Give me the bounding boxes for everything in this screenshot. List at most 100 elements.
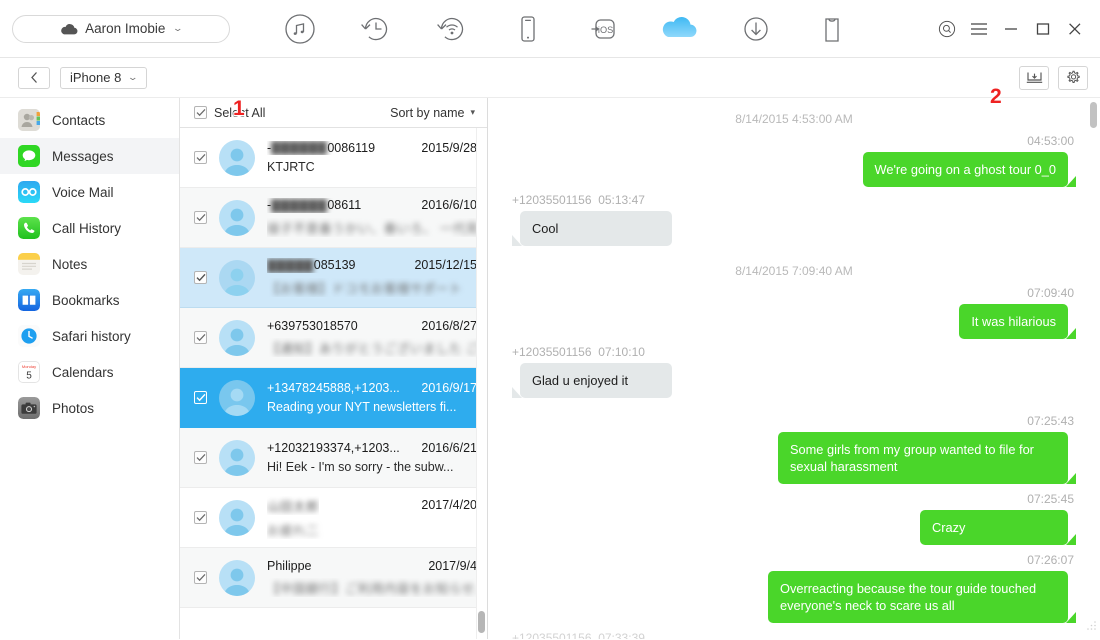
- redacted-text: 【お客様】ドコモお客様サポート: [267, 281, 463, 296]
- day-separator: 8/14/2015 7:09:40 AM: [735, 264, 853, 278]
- message-bubble[interactable]: Cool: [512, 211, 672, 246]
- row-date: 2016/8/27: [421, 318, 477, 333]
- chevron-down-icon: ▾: [470, 107, 475, 117]
- chat-scrollbar-thumb[interactable]: [1090, 102, 1097, 128]
- sidebar-item-safari-history[interactable]: Safari history: [0, 318, 179, 354]
- sidebar-item-label: Contacts: [52, 112, 106, 128]
- tshirt-icon[interactable]: [794, 6, 870, 52]
- sidebar-item-photos[interactable]: Photos: [0, 390, 179, 426]
- avatar: [219, 319, 255, 356]
- main-body: Contacts Messages Voice Mail Call Histor…: [0, 98, 1100, 639]
- row-title: +639753018570: [267, 318, 358, 333]
- table-row[interactable]: +639753018570 2016/8/27 【通知】ありがとうございました …: [180, 308, 487, 368]
- table-row[interactable]: -██████08611 2016/6/10 接子不意番うかい、春いろ、 一代見: [180, 188, 487, 248]
- list-scrollbar-thumb[interactable]: [478, 611, 485, 633]
- row-preview: Reading your NYT newsletters fi...: [267, 400, 457, 414]
- close-icon[interactable]: [1066, 20, 1084, 38]
- back-button[interactable]: [18, 66, 50, 89]
- icloud-icon[interactable]: [642, 6, 718, 52]
- message-bubble[interactable]: Glad u enjoyed it: [512, 363, 672, 398]
- redacted-text: 【通知】ありがとうございました ご確認ください: [267, 341, 477, 356]
- menu-icon[interactable]: [970, 20, 988, 38]
- wifi-backup-icon[interactable]: [414, 6, 490, 52]
- messages-icon: [18, 145, 40, 167]
- row-checkbox[interactable]: [194, 151, 207, 164]
- sort-label: Sort by name: [390, 105, 465, 120]
- sidebar-item-bookmarks[interactable]: Bookmarks: [0, 282, 179, 318]
- table-row[interactable]: +13478245888,+1203... 2016/9/17 Reading …: [180, 368, 487, 428]
- row-preview: お疲れ二: [267, 520, 477, 539]
- search-icon[interactable]: [938, 20, 956, 38]
- table-row[interactable]: █████085139 2015/12/15 【お客様】ドコモお客様サポート: [180, 248, 487, 308]
- message-bubble[interactable]: It was hilarious: [959, 304, 1076, 339]
- row-content: 山田太郎 2017/4/20 お疲れ二: [267, 496, 477, 539]
- table-row[interactable]: +12032193374,+1203... 2016/6/21 Hi! Eek …: [180, 428, 487, 488]
- message-bubble[interactable]: Overreacting because the tour guide touc…: [768, 571, 1076, 623]
- table-row[interactable]: 山田太郎 2017/4/20 お疲れ二: [180, 488, 487, 548]
- maximize-icon[interactable]: [1034, 20, 1052, 38]
- redacted-text: ██████: [271, 198, 328, 213]
- avatar: [219, 379, 255, 416]
- export-to-computer-icon[interactable]: [1019, 66, 1049, 90]
- phone-icon: [18, 217, 40, 239]
- message-sender-time: +12035501156 07:10:10: [512, 345, 645, 359]
- sidebar-item-label: Bookmarks: [52, 292, 120, 308]
- device-selector[interactable]: iPhone 8 ⌄: [60, 66, 147, 89]
- redacted-text: 山田太郎: [267, 500, 320, 514]
- message-bubble[interactable]: Some girls from my group wanted to file …: [778, 432, 1076, 484]
- message-sender-time: +12035501156 07:33:39: [512, 631, 645, 639]
- row-checkbox[interactable]: [194, 451, 207, 464]
- sidebar-item-label: Voice Mail: [52, 184, 114, 200]
- table-row[interactable]: Philippe 2017/9/4 【中国銀行】ご利用内容をお知らせ...: [180, 548, 487, 608]
- recover-history-icon[interactable]: [338, 6, 414, 52]
- row-checkbox[interactable]: [194, 391, 207, 404]
- sidebar-item-calendars[interactable]: Monday 5 Calendars: [0, 354, 179, 390]
- avatar: [219, 499, 255, 536]
- sidebar-item-contacts[interactable]: Contacts: [0, 102, 179, 138]
- app-window: Aaron Imobie ⌄ iOS iPhone 8 ⌄ Contacts M…: [0, 0, 1100, 640]
- sidebar-item-label: Safari history: [52, 328, 131, 344]
- message-time: 07:09:40: [1027, 286, 1074, 300]
- chevron-down-icon: ⌄: [172, 23, 184, 33]
- to-ios-icon[interactable]: iOS: [566, 6, 642, 52]
- row-checkbox[interactable]: [194, 271, 207, 284]
- message-bubble[interactable]: We're going on a ghost tour 0_0: [862, 152, 1076, 187]
- row-date: 2017/9/4: [428, 558, 477, 573]
- row-content: Philippe 2017/9/4 【中国銀行】ご利用内容をお知らせ...: [267, 559, 477, 597]
- toolbar-icon-group: iOS: [262, 6, 938, 52]
- row-preview: 【通知】ありがとうございました ご確認ください: [267, 338, 477, 357]
- safari-history-icon: [18, 325, 40, 347]
- row-checkbox[interactable]: [194, 211, 207, 224]
- subbar-actions: [1019, 66, 1088, 90]
- svg-text:iOS: iOS: [598, 25, 613, 35]
- download-icon[interactable]: [718, 6, 794, 52]
- list-scrollbar-track[interactable]: [476, 128, 487, 639]
- resize-grip-icon[interactable]: [1086, 618, 1097, 636]
- itunes-backup-icon[interactable]: [262, 6, 338, 52]
- sort-dropdown[interactable]: Sort by name ▾: [390, 106, 475, 120]
- message-outgoing: 07:26:07 Overreacting because the tour g…: [510, 553, 1078, 623]
- sidebar-item-notes[interactable]: Notes: [0, 246, 179, 282]
- minimize-icon[interactable]: [1002, 20, 1020, 38]
- sidebar-item-messages[interactable]: Messages: [0, 138, 179, 174]
- photos-icon: [18, 397, 40, 419]
- table-row[interactable]: -██████0086119 2015/9/28 KTJRTC: [180, 128, 487, 188]
- sidebar-item-label: Notes: [52, 256, 88, 272]
- device-icon[interactable]: [490, 6, 566, 52]
- account-selector[interactable]: Aaron Imobie ⌄: [12, 14, 230, 43]
- svg-text:5: 5: [26, 370, 32, 381]
- conversation-rows[interactable]: -██████0086119 2015/9/28 KTJRTC -██████0…: [180, 128, 487, 639]
- sidebar-item-call-history[interactable]: Call History: [0, 210, 179, 246]
- message-outgoing: 07:25:45 Crazy: [510, 492, 1078, 545]
- row-checkbox[interactable]: [194, 511, 207, 524]
- select-all-checkbox[interactable]: [194, 106, 207, 119]
- gear-icon[interactable]: [1058, 66, 1088, 90]
- row-checkbox[interactable]: [194, 571, 207, 584]
- sidebar: Contacts Messages Voice Mail Call Histor…: [0, 98, 180, 639]
- day-separator: 8/14/2015 4:53:00 AM: [735, 112, 853, 126]
- sidebar-item-voice-mail[interactable]: Voice Mail: [0, 174, 179, 210]
- message-bubble[interactable]: Crazy: [920, 510, 1076, 545]
- row-checkbox[interactable]: [194, 331, 207, 344]
- avatar: [219, 199, 255, 236]
- select-all-label[interactable]: Select All: [214, 106, 265, 120]
